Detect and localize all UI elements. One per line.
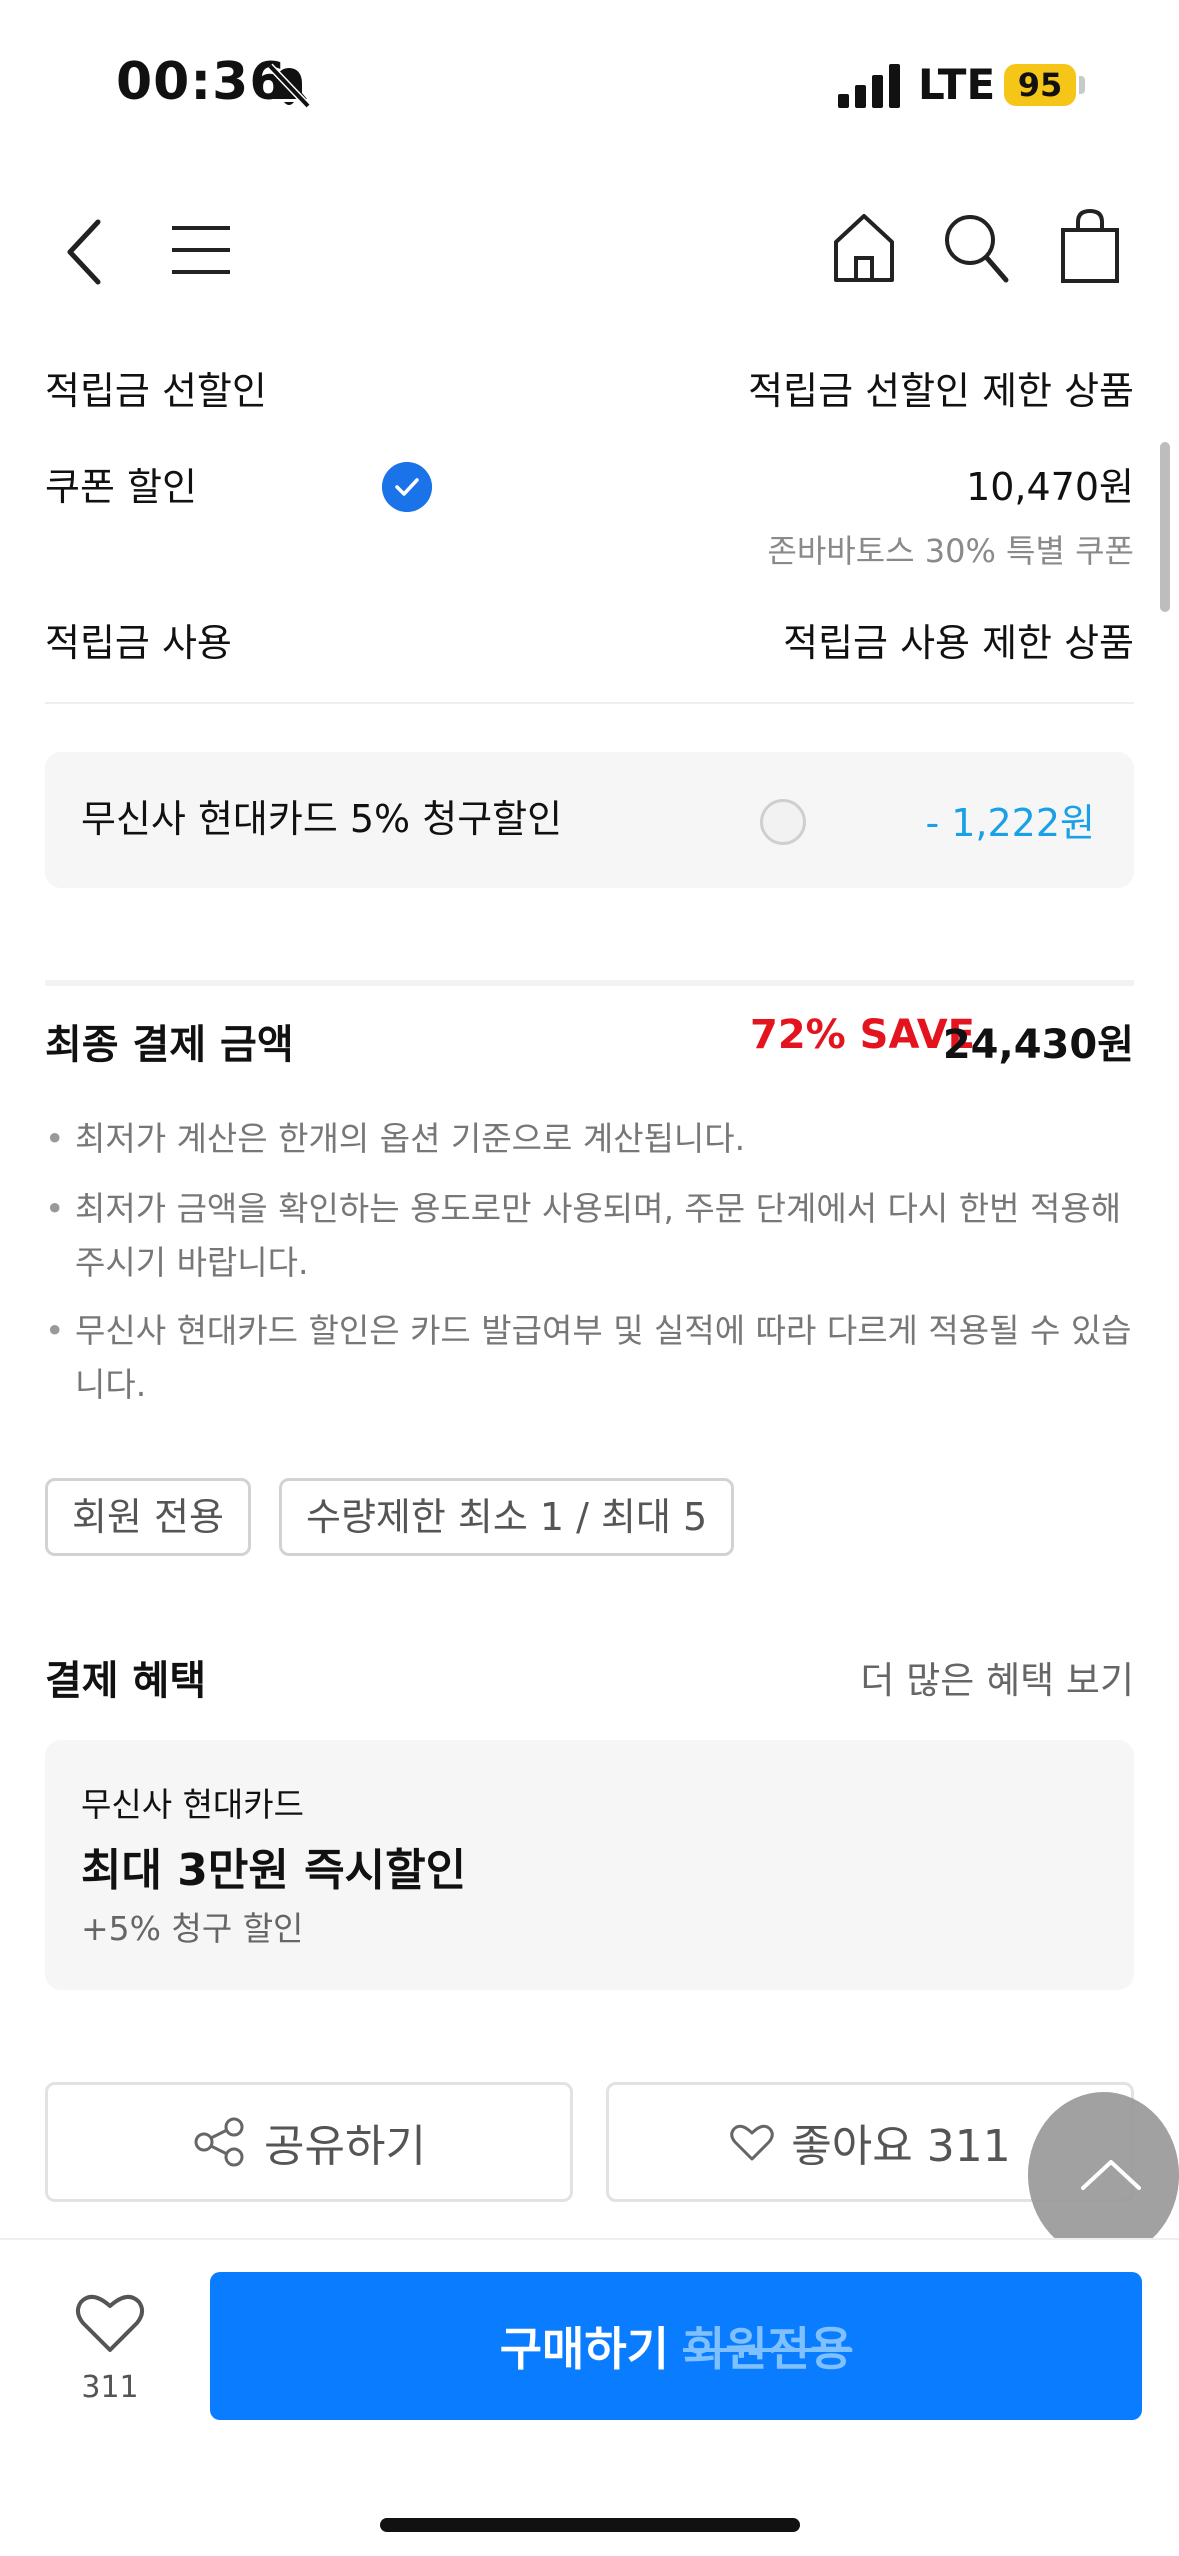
- scroll-to-top-button[interactable]: [1028, 2092, 1179, 2258]
- more-benefits-link[interactable]: 더 많은 혜택 보기: [860, 1650, 1134, 1704]
- benefit-card[interactable]: 무신사 현대카드 최대 3만원 즉시할인 +5% 청구 할인: [45, 1740, 1134, 1990]
- note-item: 무신사 현대카드 할인은 카드 발급여부 및 실적에 따라 다르게 적용될 수 …: [45, 1304, 1134, 1412]
- points-use-value: 적립금 사용 제한 상품: [783, 621, 1134, 665]
- scrollbar-thumb[interactable]: [1160, 442, 1170, 612]
- status-bar: 00:36 LTE 95: [0, 0, 1179, 160]
- menu-icon[interactable]: [170, 224, 232, 276]
- section-divider: [45, 980, 1134, 986]
- coupon-discount-value: 10,470원: [966, 465, 1134, 509]
- points-pre-discount-label: 적립금 선할인: [45, 369, 267, 413]
- shopping-bag-icon[interactable]: [1060, 208, 1120, 284]
- status-time: 00:36: [116, 52, 287, 112]
- divider: [45, 702, 1134, 704]
- battery-indicator: 95: [1004, 64, 1076, 106]
- like-label: 좋아요 311: [791, 2121, 1011, 2172]
- tag-members-only: 회원 전용: [45, 1478, 251, 1556]
- network-label: LTE: [918, 60, 996, 109]
- points-pre-discount-value: 적립금 선할인 제한 상품: [748, 369, 1134, 413]
- card-discount-radio[interactable]: [760, 799, 806, 845]
- share-button[interactable]: 공유하기: [45, 2082, 573, 2202]
- note-item: 최저가 계산은 한개의 옵션 기준으로 계산됩니다.: [45, 1112, 1134, 1166]
- benefit-issuer: 무신사 현대카드: [81, 1785, 305, 1824]
- battery-tip: [1079, 76, 1085, 94]
- share-label: 공유하기: [264, 2121, 426, 2172]
- benefit-main: 최대 3만원 즉시할인: [81, 1845, 467, 1896]
- tag-quantity-limit: 수량제한 최소 1 / 최대 5: [279, 1478, 735, 1556]
- card-discount-label: 무신사 현대카드 5% 청구할인: [81, 797, 563, 841]
- home-indicator: [380, 2518, 800, 2532]
- heart-icon: [730, 2124, 775, 2161]
- note-item: 최저가 금액을 확인하는 용도로만 사용되며, 주문 단계에서 다시 한번 적용…: [45, 1182, 1134, 1290]
- coupon-check-icon[interactable]: [382, 462, 432, 512]
- coupon-name: 존바바토스 30% 특별 쿠폰: [767, 532, 1134, 570]
- bell-muted-icon: [267, 63, 311, 109]
- buy-button[interactable]: 구매하기 회원전용: [210, 2272, 1142, 2420]
- buy-sub-label: 회원전용: [683, 2322, 853, 2376]
- share-icon: [194, 2117, 244, 2167]
- final-price: 24,430원: [942, 1022, 1134, 1068]
- final-price-label: 최종 결제 금액: [45, 1022, 294, 1068]
- card-discount-amount: - 1,222원: [925, 801, 1095, 845]
- coupon-discount-label: 쿠폰 할인: [45, 465, 197, 509]
- search-icon[interactable]: [942, 212, 1010, 284]
- save-percent: 72% SAVE: [750, 1012, 975, 1058]
- like-count: 311: [81, 2370, 139, 2405]
- payment-benefits-title: 결제 혜택: [45, 1658, 207, 1704]
- benefit-sub: +5% 청구 할인: [81, 1909, 304, 1948]
- home-icon[interactable]: [832, 212, 896, 284]
- buy-label: 구매하기: [499, 2322, 669, 2376]
- points-use-label: 적립금 사용: [45, 621, 232, 665]
- back-icon[interactable]: [60, 216, 110, 288]
- signal-icon: [838, 64, 900, 108]
- heart-icon[interactable]: [74, 2290, 146, 2354]
